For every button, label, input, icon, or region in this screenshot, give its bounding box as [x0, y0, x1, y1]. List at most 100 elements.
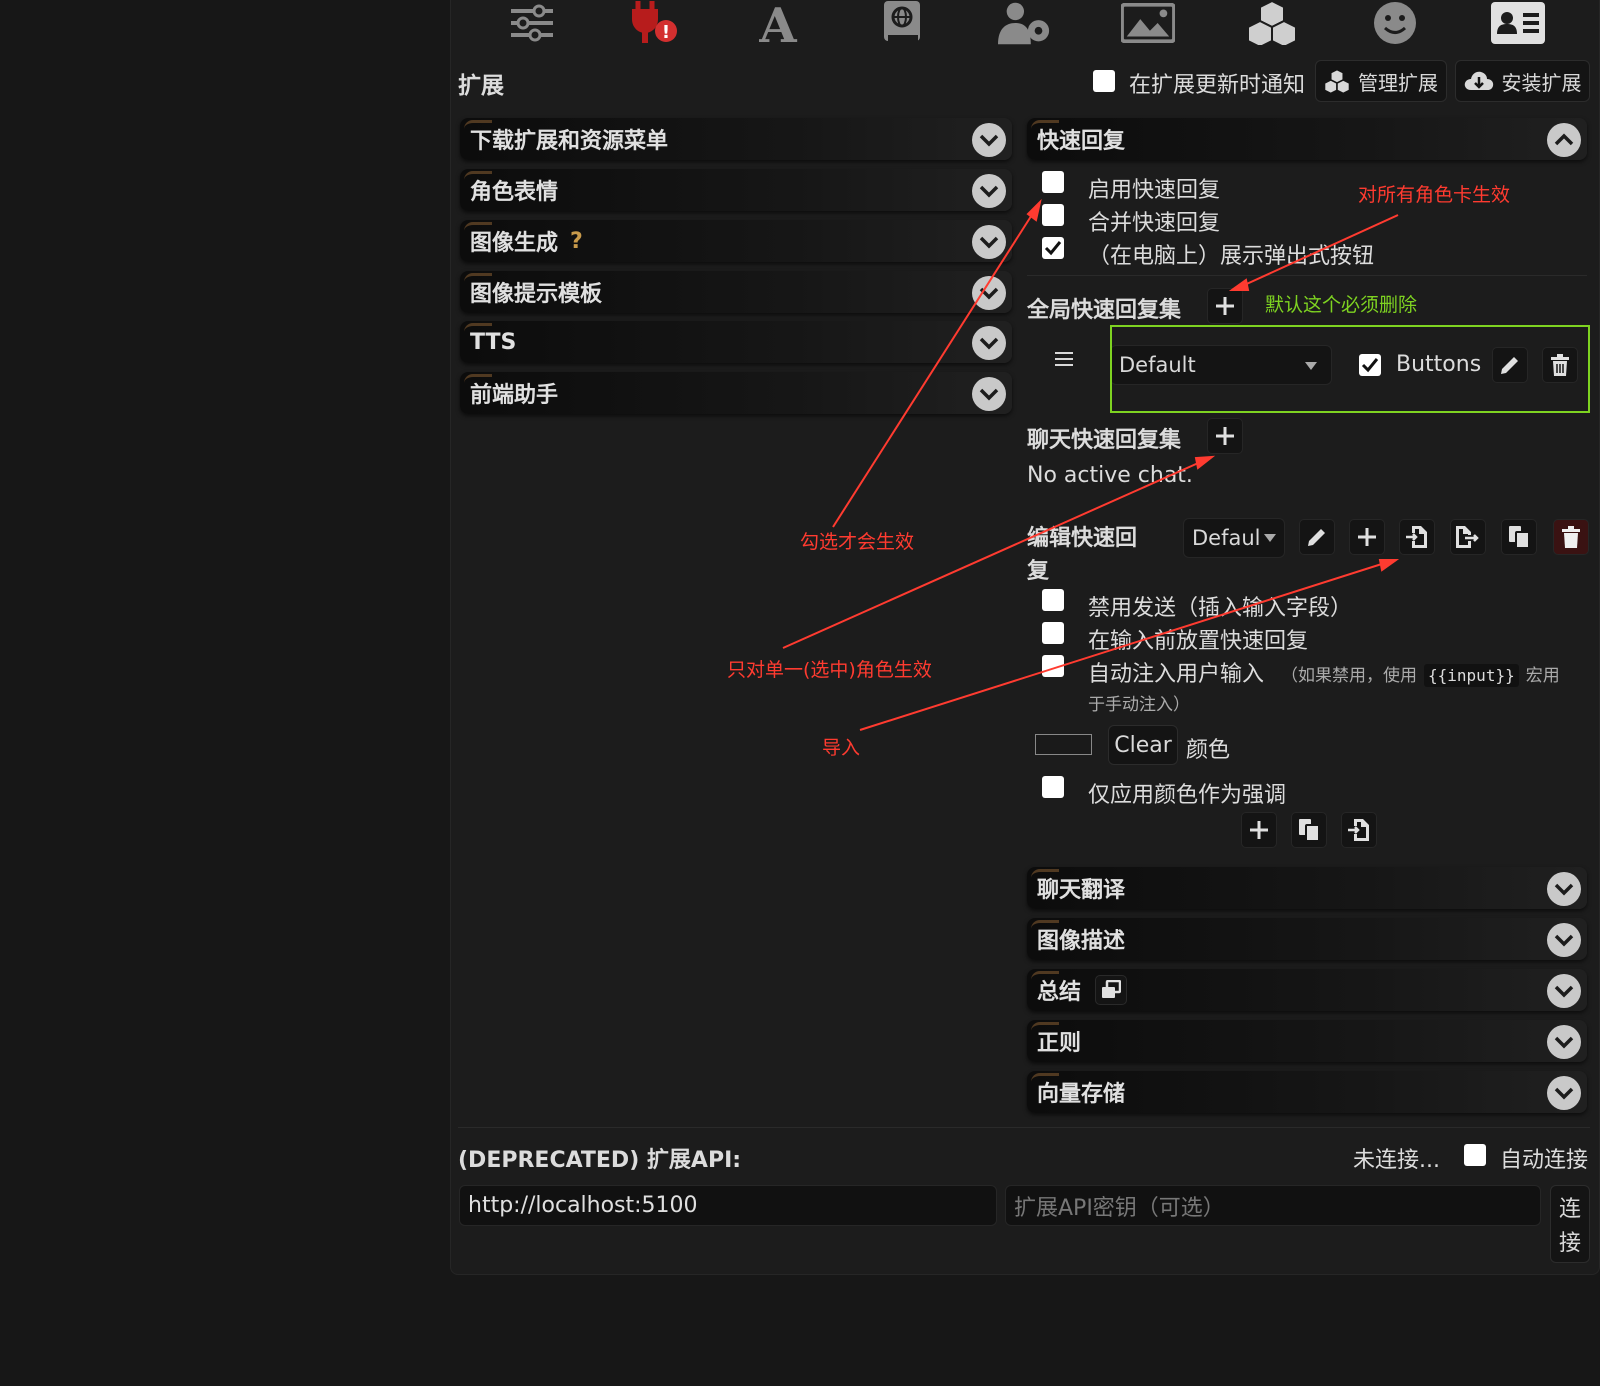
edit-set-select[interactable]: Defaul	[1183, 518, 1285, 558]
id-card-icon[interactable]	[1491, 0, 1546, 46]
file-export-icon	[1456, 526, 1479, 548]
divider	[1027, 275, 1587, 276]
drawer-frontend-helper[interactable]: 前端助手	[460, 372, 1012, 414]
drawer-download-extensions[interactable]: 下载扩展和资源菜单	[460, 118, 1012, 160]
help-icon[interactable]: ?	[570, 229, 583, 254]
auto-inject-checkbox[interactable]	[1042, 655, 1064, 677]
drawer-label: TTS	[470, 329, 517, 355]
svg-text:A: A	[759, 2, 798, 44]
chevron-down-icon[interactable]	[972, 123, 1006, 157]
popout-button-checkbox[interactable]	[1042, 237, 1064, 259]
export-set-button[interactable]	[1450, 519, 1486, 555]
auto-inject-note-line2: 于手动注入）	[1088, 695, 1190, 715]
paste-reply-button[interactable]	[1291, 812, 1327, 848]
manage-extensions-button[interactable]: 管理扩展	[1315, 60, 1447, 102]
image-icon[interactable]	[1121, 0, 1176, 46]
drawer-label: 图像描述	[1037, 929, 1126, 954]
install-extension-label: 安装扩展	[1501, 70, 1582, 95]
drag-handle-icon[interactable]	[1053, 350, 1075, 372]
file-import-icon	[1406, 526, 1427, 548]
chevron-up-icon[interactable]	[1547, 123, 1581, 157]
drawer-label: 快速回复	[1037, 129, 1126, 154]
annotation-must-delete: 默认这个必须删除	[1265, 294, 1418, 316]
highlight-box-global-set	[1110, 325, 1590, 413]
chevron-down-icon[interactable]	[1547, 1076, 1581, 1110]
api-key-input[interactable]: 扩展API密钥（可选）	[1005, 1185, 1541, 1226]
user-gear-icon[interactable]	[997, 0, 1052, 46]
place-before-input-label: 在输入前放置快速回复	[1088, 629, 1309, 654]
sliders-icon[interactable]	[505, 0, 559, 46]
chevron-down-icon[interactable]	[972, 225, 1006, 259]
drawer-tts[interactable]: TTS	[460, 321, 1012, 363]
place-before-input-checkbox[interactable]	[1042, 622, 1064, 644]
font-icon[interactable]: A	[751, 0, 805, 46]
drawer-image-captioning[interactable]: 图像描述	[1027, 918, 1587, 960]
color-swatch[interactable]	[1035, 734, 1092, 755]
chevron-down-icon[interactable]	[972, 174, 1006, 208]
chevron-down-icon[interactable]	[1547, 974, 1581, 1008]
enable-quick-reply-checkbox[interactable]	[1042, 171, 1064, 193]
cubes-icon[interactable]	[1245, 0, 1299, 46]
add-global-set-button[interactable]	[1207, 288, 1243, 324]
combine-quick-reply-checkbox[interactable]	[1042, 204, 1064, 226]
color-label: 颜色	[1186, 738, 1231, 763]
chat-sets-title: 聊天快速回复集	[1027, 428, 1182, 453]
drawer-label: 图像提示模板	[470, 282, 603, 307]
chevron-down-icon[interactable]	[1547, 1025, 1581, 1059]
window-restore-icon[interactable]	[1095, 975, 1128, 1005]
drawer-summarize[interactable]: 总结	[1027, 969, 1587, 1011]
add-set-button[interactable]	[1349, 519, 1385, 555]
notify-updates-checkbox[interactable]	[1093, 70, 1115, 92]
auto-connect-checkbox[interactable]	[1464, 1144, 1486, 1166]
add-chat-set-button[interactable]	[1207, 418, 1243, 454]
check-icon	[1044, 241, 1062, 256]
drawer-regex[interactable]: 正则	[1027, 1020, 1587, 1062]
edit-set-select-value: Defaul	[1192, 526, 1261, 550]
add-reply-button[interactable]	[1241, 812, 1277, 848]
trash-icon	[1562, 526, 1580, 548]
annotation-single-character: 只对单一(选中)角色生效	[727, 659, 932, 681]
api-url-input[interactable]: http://localhost:5100	[459, 1185, 997, 1226]
annotation-import: 导入	[822, 737, 861, 759]
smiley-icon[interactable]	[1368, 0, 1422, 46]
book-globe-icon[interactable]	[875, 0, 929, 46]
copy-icon	[1509, 526, 1530, 549]
divider	[458, 1127, 1590, 1128]
auto-inject-note: （如果禁用，使用	[1281, 666, 1418, 686]
plus-icon	[1358, 528, 1376, 546]
import-set-button[interactable]	[1399, 519, 1435, 555]
disable-send-checkbox[interactable]	[1042, 589, 1064, 611]
rename-set-button[interactable]	[1299, 519, 1335, 555]
disable-send-label: 禁用发送（插入输入字段）	[1088, 596, 1353, 621]
auto-connect-label: 自动连接	[1500, 1148, 1589, 1173]
plus-icon	[1216, 297, 1234, 315]
import-reply-button[interactable]	[1341, 812, 1377, 848]
auto-inject-note-end: 宏用	[1525, 666, 1560, 686]
accent-only-label: 仅应用颜色作为强调	[1088, 783, 1287, 808]
chevron-down-icon[interactable]	[1547, 923, 1581, 957]
duplicate-set-button[interactable]	[1501, 519, 1537, 555]
drawer-image-prompt-templates[interactable]: 图像提示模板	[460, 271, 1012, 313]
drawer-character-expressions[interactable]: 角色表情	[460, 169, 1012, 211]
drawer-image-generation[interactable]: 图像生成 ?	[460, 220, 1012, 262]
chevron-down-icon[interactable]	[972, 326, 1006, 360]
drawer-chat-translation[interactable]: 聊天翻译	[1027, 867, 1587, 909]
chevron-down-icon[interactable]	[1547, 872, 1581, 906]
cubes-small-icon	[1324, 69, 1350, 93]
drawer-quick-reply[interactable]: 快速回复	[1027, 118, 1587, 160]
svg-text:!: !	[662, 22, 670, 43]
install-extension-button[interactable]: 安装扩展	[1455, 60, 1590, 102]
delete-set-button[interactable]	[1553, 519, 1589, 555]
accent-only-checkbox[interactable]	[1042, 776, 1064, 798]
drawer-vector-storage[interactable]: 向量存储	[1027, 1071, 1587, 1113]
chevron-down-icon[interactable]	[972, 377, 1006, 411]
enable-quick-reply-label: 启用快速回复	[1088, 178, 1221, 203]
paste-icon	[1299, 819, 1320, 842]
extensions-api-title: (DEPRECATED) 扩展API:	[458, 1148, 742, 1173]
connect-button[interactable]: 连 接	[1550, 1185, 1590, 1263]
clear-color-button[interactable]: Clear	[1108, 725, 1178, 765]
chevron-down-icon[interactable]	[972, 276, 1006, 310]
plus-icon	[1216, 427, 1234, 445]
plus-icon	[1250, 821, 1268, 839]
plug-alert-icon[interactable]: !	[628, 0, 682, 46]
